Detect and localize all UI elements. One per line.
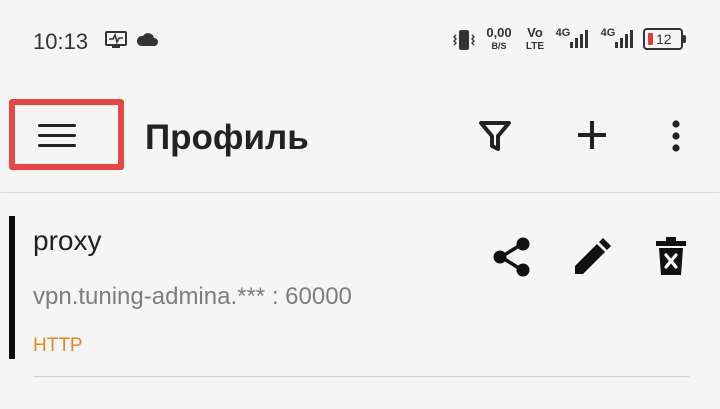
add-icon[interactable] [576,119,608,151]
more-vert-icon[interactable] [668,119,684,153]
cloud-icon [136,33,158,46]
battery-level: 12 [656,31,672,47]
profile-address[interactable]: vpn.tuning-admina.*** : 60000 [33,283,352,311]
share-icon[interactable] [492,236,532,278]
net-speed-unit: B/S [491,41,507,51]
net-speed-value: 0,00 [486,25,512,40]
status-bar: 10:13 0,00 B/S Vo LTE 4G 4G 12 [0,0,720,80]
profile-name[interactable]: proxy [33,225,101,257]
profile-type: HTTP [33,335,83,356]
activity-monitor-icon [105,31,127,48]
battery-tip [683,35,686,43]
signal-icon [570,30,588,48]
battery-icon: 12 [643,28,683,50]
status-time: 10:13 [33,29,89,54]
page-title: Профиль [145,118,309,157]
selected-profile-indicator [9,216,15,359]
list-divider [33,376,689,377]
vibrate-icon [453,30,475,50]
hamburger-menu-icon[interactable] [38,124,76,148]
volte-top: Vo [527,25,543,40]
volte-bottom: LTE [525,41,545,52]
filter-icon[interactable] [478,119,512,153]
signal-icon [615,30,633,48]
delete-icon[interactable] [655,236,687,276]
edit-icon[interactable] [572,237,612,277]
